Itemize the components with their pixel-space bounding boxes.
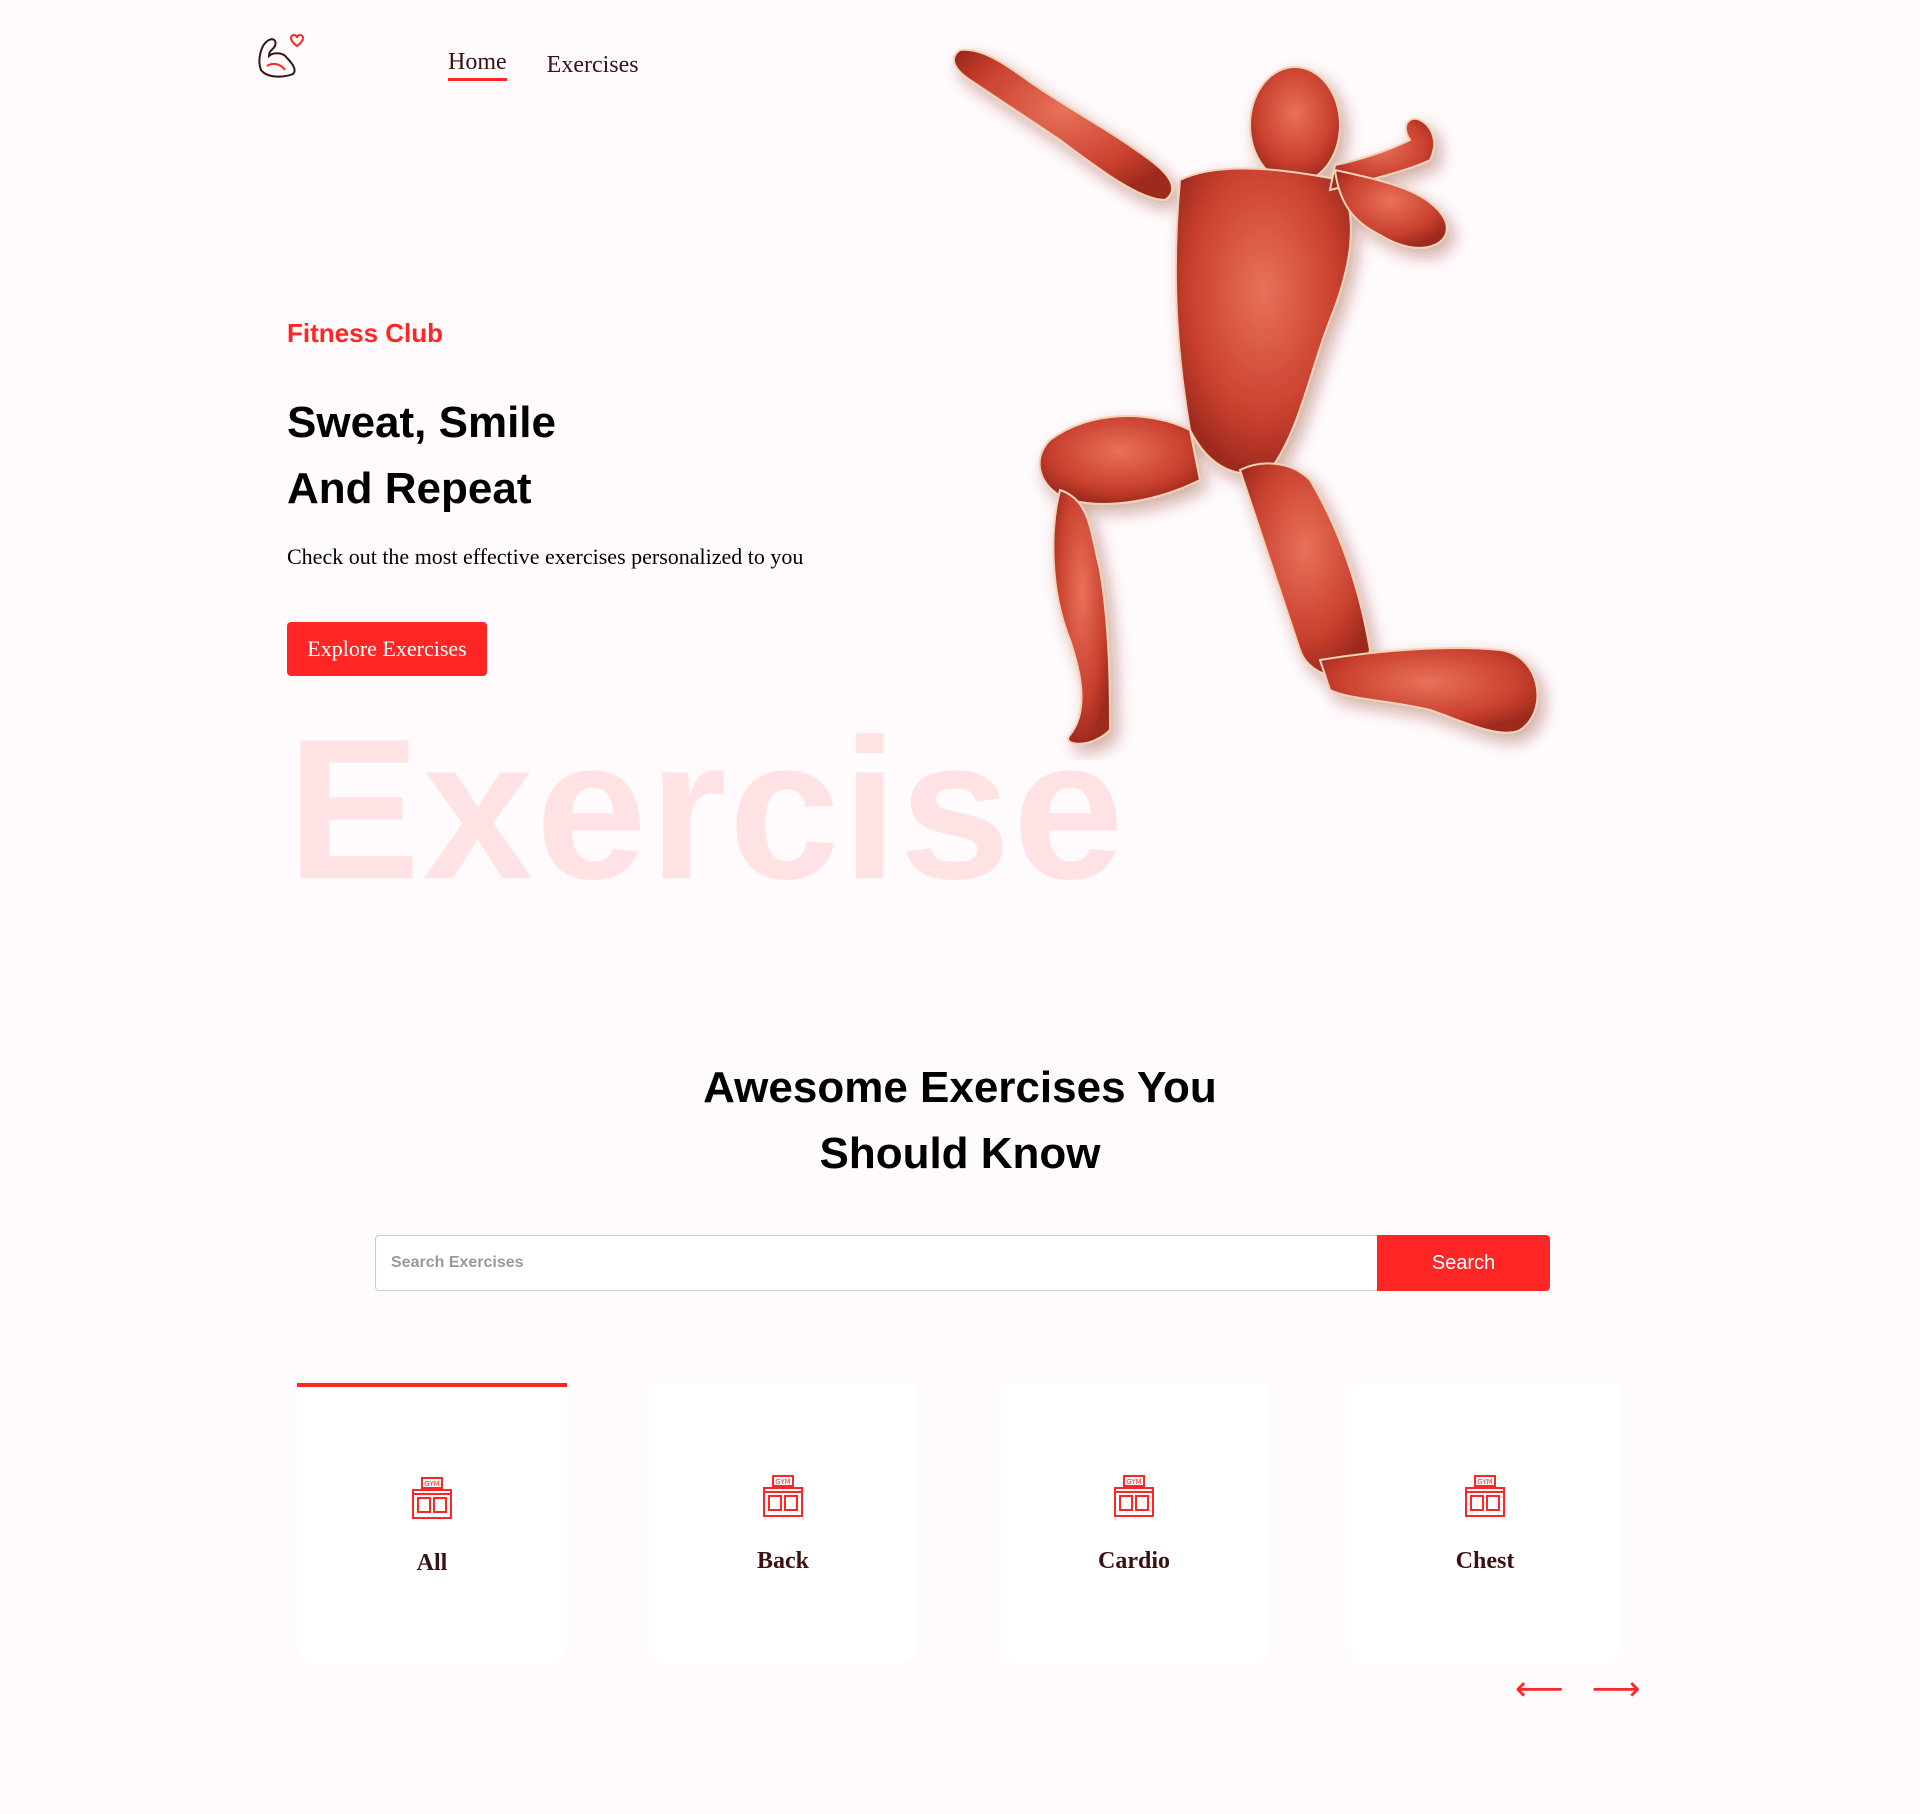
hero-title-line2: And Repeat (287, 464, 532, 513)
gym-icon: GYM (1465, 1474, 1505, 1517)
section-title: Awesome Exercises You Should Know (0, 1055, 1920, 1187)
category-card-all[interactable]: GYM All (297, 1383, 567, 1665)
category-label: Chest (1455, 1547, 1515, 1574)
hero-description: Check out the most effective exercises p… (287, 544, 804, 569)
category-label: All (416, 1549, 448, 1576)
nav-link-exercises[interactable]: Exercises (547, 52, 639, 81)
gym-icon: GYM (763, 1474, 803, 1517)
hero-title-line1: Sweat, Smile (287, 398, 557, 447)
category-pager: ⟵ ⟶ (1515, 1672, 1641, 1706)
svg-text:GYM: GYM (1477, 1478, 1492, 1486)
search-input[interactable] (375, 1235, 1377, 1291)
svg-text:GYM: GYM (1126, 1478, 1141, 1486)
flexed-arm-heart-icon[interactable] (253, 30, 305, 82)
navbar: Home Exercises (253, 30, 639, 82)
search-bar: Search (375, 1235, 1550, 1291)
hero-title: Sweat, Smile And Repeat (287, 390, 787, 522)
category-list: GYM All GYM Back GYM Cardio GYM Chest (297, 1383, 1620, 1665)
section-title-line2: Should Know (819, 1129, 1101, 1178)
section-title-line1: Awesome Exercises You (703, 1063, 1217, 1112)
muscular-anatomy-figure (952, 48, 1539, 745)
category-label: Back (756, 1547, 809, 1574)
arrow-left-icon[interactable]: ⟵ (1515, 1672, 1564, 1706)
category-card-cardio[interactable]: GYM Cardio (999, 1383, 1269, 1665)
svg-text:GYM: GYM (775, 1478, 790, 1486)
search-button[interactable]: Search (1377, 1235, 1550, 1291)
svg-text:GYM: GYM (424, 1480, 439, 1488)
arrow-right-icon[interactable]: ⟶ (1592, 1672, 1641, 1706)
gym-icon: GYM (412, 1476, 452, 1519)
category-card-back[interactable]: GYM Back (648, 1383, 918, 1665)
nav-links: Home Exercises (448, 49, 639, 81)
gym-icon: GYM (1114, 1474, 1154, 1517)
category-label: Cardio (1098, 1547, 1170, 1574)
explore-exercises-button[interactable]: Explore Exercises (287, 622, 487, 676)
nav-link-home[interactable]: Home (448, 49, 507, 81)
category-card-chest[interactable]: GYM Chest (1350, 1383, 1620, 1665)
hero-subtitle: Fitness Club (287, 318, 444, 348)
